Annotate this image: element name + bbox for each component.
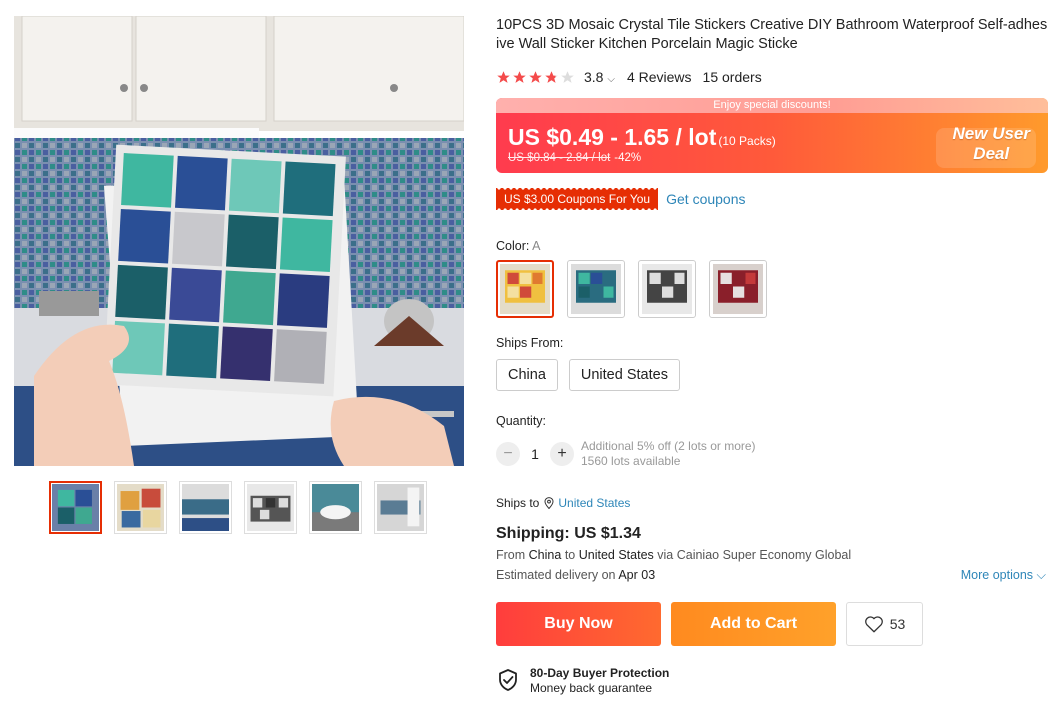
orders-count: 15 orders [702, 69, 762, 85]
ships-from-options: China United States [496, 359, 1048, 391]
location-pin-icon [544, 497, 554, 509]
deal-line-1: New User [952, 124, 1030, 143]
color-swatch-c[interactable] [638, 260, 696, 318]
thumbnail-strip [49, 481, 427, 534]
origin-country: China [528, 548, 562, 562]
quantity-label: Quantity: [496, 414, 547, 428]
thumbnail-3[interactable] [179, 481, 232, 534]
rating-row: 3.8 ⌵ 4 Reviews 15 orders [496, 67, 1048, 87]
quantity-decrease-button[interactable]: − [496, 442, 520, 466]
thumbnail-1[interactable] [49, 481, 102, 534]
from-prefix: From [496, 548, 526, 562]
stock-available: 1560 lots available [581, 454, 681, 468]
new-user-deal-badge: New User Deal [953, 124, 1030, 164]
action-buttons: Buy Now Add to Cart 53 [496, 602, 1048, 646]
price-range: US $0.49 - 1.65 / lot (10 Packs) [508, 124, 776, 151]
star-icon [513, 70, 526, 83]
price-range-text: US $0.49 - 1.65 / lot [508, 124, 717, 150]
bulk-discount-note: Additional 5% off (2 lots or more) [581, 439, 756, 453]
star-icon [497, 70, 510, 83]
heart-icon [864, 616, 883, 633]
quantity-input[interactable]: 1 [520, 446, 550, 462]
star-half-icon [545, 70, 558, 83]
buyer-protection: 80-Day Buyer Protection Money back guara… [496, 666, 1048, 695]
product-title: 10PCS 3D Mosaic Crystal Tile Stickers Cr… [496, 17, 1048, 52]
protection-title: 80-Day Buyer Protection [530, 666, 670, 680]
coupon-badge[interactable]: US $3.00 Coupons For You [496, 188, 659, 210]
discount-strip: Enjoy special discounts! [496, 98, 1048, 113]
delivery-date: Apr 03 [618, 568, 656, 582]
rating-value[interactable]: 3.8 ⌵ [584, 69, 615, 85]
shield-check-icon [499, 669, 517, 691]
ships-from-china[interactable]: China [496, 359, 558, 391]
original-price: US $0.84 - 2.84 / lot -42% [508, 152, 641, 164]
to-prefix: to [564, 548, 576, 562]
thumbnail-6[interactable] [374, 481, 427, 534]
thumbnail-4[interactable] [244, 481, 297, 534]
ships-from-label: Ships From: [496, 336, 564, 350]
star-empty-icon [561, 70, 574, 83]
star-icon [529, 70, 542, 83]
coupon-row: US $3.00 Coupons For You Get coupons [496, 188, 1048, 210]
shipping-route: From China to United States via Cainiao … [496, 548, 1048, 562]
get-coupons-link[interactable]: Get coupons [666, 191, 745, 207]
ships-to-label: Ships to [496, 496, 540, 510]
discount-percent: -42% [614, 152, 642, 164]
main-product-image[interactable] [14, 16, 464, 466]
estimated-delivery-row: Estimated delivery on Apr 03 More option… [496, 568, 1046, 583]
price-banner: Enjoy special discounts! US $0.49 - 1.65… [496, 98, 1048, 173]
reviews-count[interactable]: 4 Reviews [627, 69, 692, 85]
color-swatch-b[interactable] [567, 260, 625, 318]
ships-to-row: Ships to United States [496, 496, 1048, 510]
original-price-range: US $0.84 - 2.84 / lot [508, 152, 611, 164]
thumbnail-5[interactable] [309, 481, 362, 534]
ships-from-united-states[interactable]: United States [568, 359, 680, 391]
more-shipping-options-link[interactable]: More options ⌵ [961, 568, 1046, 583]
color-label: Color: A [496, 239, 1048, 253]
quantity-note: Additional 5% off (2 lots or more) 1560 … [581, 439, 756, 469]
deal-line-2: Deal [973, 144, 1010, 163]
chevron-down-icon: ⌵ [607, 74, 615, 85]
add-to-cart-button[interactable]: Add to Cart [671, 602, 836, 646]
estimated-delivery: Estimated delivery on Apr 03 [496, 568, 655, 583]
star-rating [496, 70, 575, 85]
wishlist-count: 53 [889, 616, 906, 632]
shipping-price: Shipping: US $1.34 [496, 525, 641, 542]
destination-country: United States [578, 548, 654, 562]
quantity-increase-button[interactable]: + [550, 442, 574, 466]
selected-color: A [532, 239, 541, 253]
buy-now-button[interactable]: Buy Now [496, 602, 661, 646]
more-options-label: More options [960, 568, 1034, 582]
protection-subtitle: Money back guarantee [530, 681, 653, 695]
pack-count: (10 Packs) [718, 134, 776, 148]
color-swatches [496, 260, 1048, 318]
color-swatch-a[interactable] [496, 260, 554, 318]
ships-to-country-link[interactable]: United States [558, 496, 630, 510]
shipping-carrier: via Cainiao Super Economy Global [657, 548, 852, 562]
color-swatch-d[interactable] [709, 260, 767, 318]
quantity-stepper: − 1 + Additional 5% off (2 lots or more)… [496, 439, 1048, 469]
estimated-delivery-prefix: Estimated delivery on [496, 568, 616, 582]
chevron-down-icon: ⌵ [1036, 568, 1046, 582]
product-info-panel: 10PCS 3D Mosaic Crystal Tile Stickers Cr… [496, 16, 1048, 695]
thumbnail-2[interactable] [114, 481, 167, 534]
color-label-text: Color: [496, 239, 530, 253]
wishlist-button[interactable]: 53 [846, 602, 923, 646]
